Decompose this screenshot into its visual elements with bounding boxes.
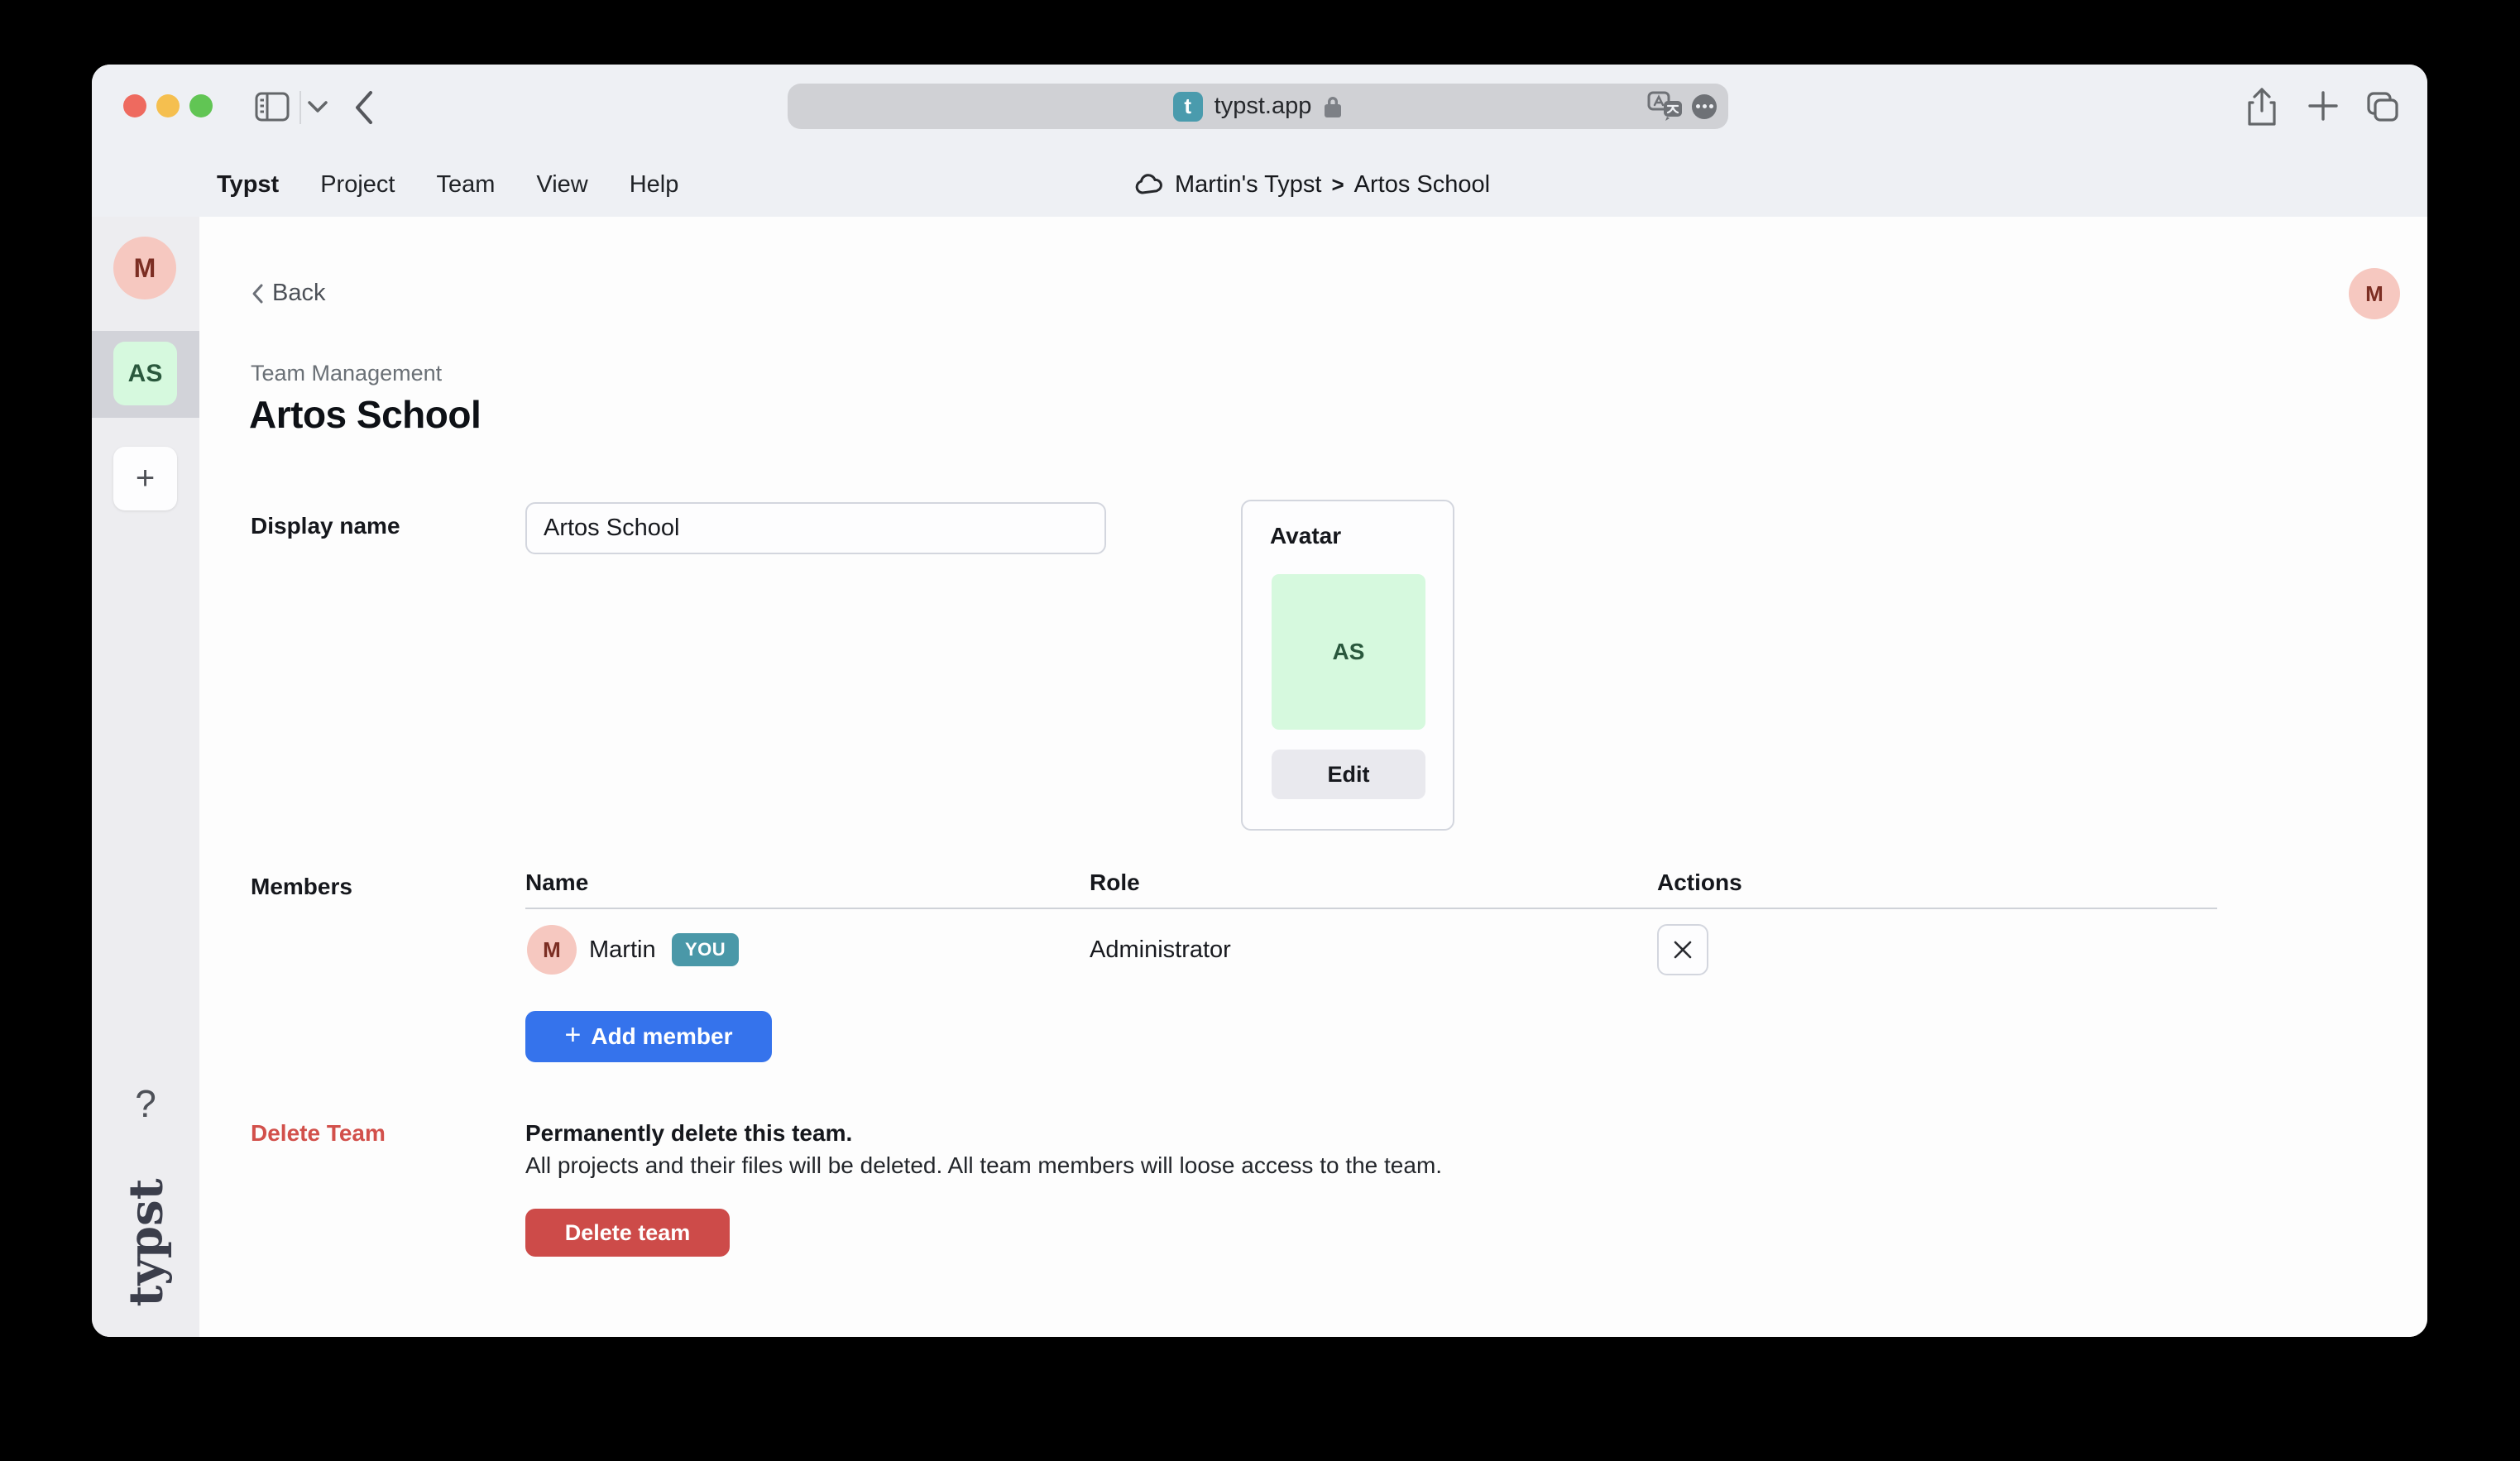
back-label: Back [272,280,325,307]
browser-chrome: t typst.app [92,65,2427,217]
column-header-actions: Actions [1657,869,1742,896]
zoom-window-button[interactable] [189,94,213,117]
browser-toolbar: t typst.app [92,65,2427,152]
remove-member-button[interactable] [1657,924,1708,975]
workspace-sidebar: M AS + ? typst [92,217,199,1337]
member-avatar: M [527,925,577,975]
delete-warning-body: All projects and their files will be del… [525,1152,1442,1179]
toolbar-divider [299,91,301,124]
breadcrumb-workspace[interactable]: Martin's Typst [1175,171,1321,199]
you-badge: YOU [672,933,739,966]
members-label: Members [251,874,352,900]
close-window-button[interactable] [123,94,146,117]
menu-view[interactable]: View [536,171,587,199]
sidebar-user-avatar[interactable]: M [113,237,176,299]
address-bar[interactable]: t typst.app [788,84,1728,129]
add-team-button[interactable]: + [113,447,177,510]
display-name-input[interactable] [525,502,1106,554]
delete-team-label: Delete Team [251,1120,386,1147]
cloud-icon [1135,174,1165,195]
site-favicon: t [1173,92,1203,122]
sidebar-toggle-icon[interactable] [255,92,290,122]
menu-help[interactable]: Help [630,171,679,199]
breadcrumb-separator: > [1331,172,1344,198]
member-role: Administrator [1090,936,1231,964]
delete-team-button[interactable]: Delete team [525,1209,730,1257]
edit-avatar-button[interactable]: Edit [1272,750,1425,799]
column-header-role: Role [1090,869,1140,896]
section-label: Team Management [251,361,442,386]
avatar-card-title: Avatar [1270,523,1341,549]
minimize-window-button[interactable] [156,94,180,117]
display-name-label: Display name [251,513,400,539]
url-text: typst.app [1214,93,1312,120]
avatar-card: Avatar AS Edit [1241,500,1454,831]
sidebar-team-avatar[interactable]: AS [113,342,177,405]
account-avatar[interactable]: M [2349,268,2400,319]
typst-logo: typst [92,1160,199,1325]
chevron-left-icon [251,283,264,304]
menu-team[interactable]: Team [436,171,495,199]
chevron-down-icon[interactable] [307,99,328,114]
help-button[interactable]: ? [92,1081,199,1126]
team-avatar-preview: AS [1272,574,1425,730]
menu-typst[interactable]: Typst [217,171,279,199]
breadcrumb-current: Artos School [1354,171,1490,199]
address-bar-trailing-icons [1647,84,1717,129]
add-member-button[interactable]: + Add member [525,1011,772,1062]
lock-icon [1323,94,1343,119]
browser-window: t typst.app [92,65,2427,1337]
member-name: Martin [589,936,656,964]
tab-overview-icon[interactable] [2366,91,2399,122]
delete-warning-title: Permanently delete this team. [525,1120,852,1147]
plus-icon: + [564,1019,581,1051]
new-tab-icon[interactable] [2307,89,2340,122]
table-header-divider [525,908,2217,909]
translate-icon[interactable] [1647,91,1684,122]
team-management-page: Back M Team Management Artos School Disp… [199,217,2427,1337]
more-options-icon[interactable] [1692,94,1717,119]
menu-project[interactable]: Project [320,171,395,199]
column-header-name: Name [525,869,588,896]
close-icon [1671,938,1694,961]
breadcrumb: Martin's Typst > Artos School [1135,152,1490,217]
screenshot-stage: t typst.app [0,0,2520,1461]
address-bar-content: t typst.app [1173,92,1344,122]
back-link[interactable]: Back [251,280,325,307]
back-arrow-icon[interactable] [353,89,375,126]
page-title: Artos School [249,392,481,437]
share-icon[interactable] [2246,88,2278,127]
